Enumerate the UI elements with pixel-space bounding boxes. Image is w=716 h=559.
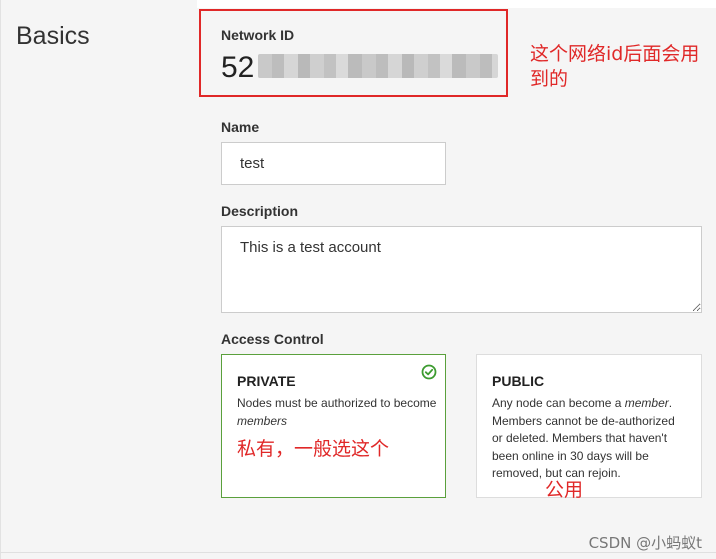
network-id-label: Network ID [221,27,295,43]
network-id-box: Network ID 52 [199,9,508,97]
top-edge-strip [197,0,716,8]
public-annotation: 公用 [545,479,584,501]
network-id-redacted-mosaic [258,54,498,78]
check-circle-icon [421,364,437,380]
left-divider [0,0,1,559]
watermark: CSDN @小蚂蚁t [588,534,702,552]
description-textarea[interactable]: This is a test account [221,226,702,313]
access-option-private[interactable]: PRIVATE Nodes must be authorized to beco… [221,354,446,498]
access-option-description: Any node can become a member. Members ca… [492,396,675,480]
network-id-annotation: 这个网络id后面会用到的 [530,43,700,90]
access-control-label: Access Control [221,331,324,347]
access-option-title: PRIVATE [237,373,296,389]
access-option-public[interactable]: PUBLIC Any node can become a member. Mem… [476,354,702,498]
network-id-value: 52 [221,51,255,84]
section-title: Basics [16,22,90,50]
private-annotation: 私有，一般选这个 [237,438,390,460]
name-input[interactable] [221,142,446,185]
description-label: Description [221,203,299,219]
name-label: Name [221,119,260,135]
access-option-description: Nodes must be authorized to become membe… [237,396,437,428]
access-option-title: PUBLIC [492,373,545,389]
